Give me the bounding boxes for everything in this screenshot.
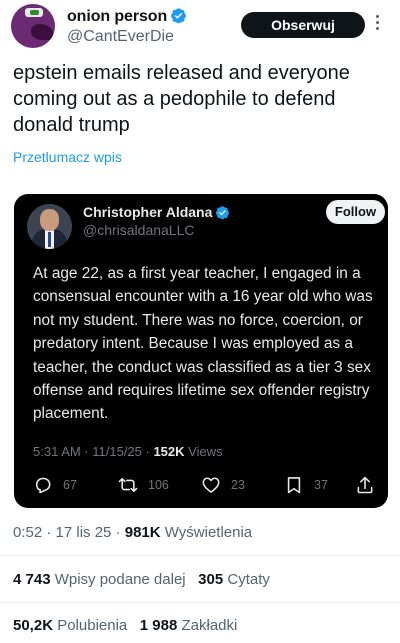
stats-row-2: 50,2K Polubienia 1 988 Zakładki: [13, 617, 237, 634]
quotes-count: 305: [198, 571, 224, 588]
quote-handle[interactable]: @chrisaldanaLLC: [83, 222, 195, 238]
quote-avatar[interactable]: [27, 204, 72, 249]
likes-label: Polubienia: [53, 617, 128, 634]
repost-icon: [118, 477, 138, 493]
bookmark-action[interactable]: 37: [284, 473, 328, 497]
reposts-label: Wpisy podane dalej: [50, 571, 186, 588]
author-name-text: onion person: [67, 8, 168, 25]
repost-count: 106: [148, 478, 169, 492]
quote-views-label: Views: [184, 444, 223, 459]
avatar-tie: [48, 232, 51, 247]
quote-meta: 5:31 AM · 11/15/25 · 152K Views: [33, 444, 223, 459]
like-action[interactable]: 23: [201, 473, 245, 497]
quote-views-count: 152K: [153, 444, 185, 459]
author-display-name[interactable]: onion person: [67, 7, 187, 26]
quote-display-name[interactable]: Christopher Aldana: [83, 204, 230, 220]
reply-count: 67: [63, 478, 77, 492]
quotes-label: Cytaty: [223, 571, 270, 588]
reposts-count: 4 743: [13, 571, 51, 588]
stats-row-1: 4 743 Wpisy podane dalej 305 Cytaty: [13, 571, 270, 588]
views-label: Wyświetlenia: [160, 524, 253, 541]
bookmarks-stat[interactable]: 1 988 Zakładki: [140, 617, 238, 634]
quoted-tweet[interactable]: Christopher Aldana @chrisaldanaLLC Follo…: [14, 194, 388, 508]
verified-icon: [216, 206, 230, 220]
quote-follow-button[interactable]: Follow: [326, 200, 385, 224]
quote-timestamp[interactable]: 5:31 AM · 11/15/25 ·: [33, 444, 153, 459]
avatar-face: [40, 209, 59, 231]
more-icon[interactable]: [375, 15, 381, 35]
bookmarks-count: 1 988: [139, 617, 178, 634]
tweet-header: onion person @CantEverDie Obserwuj: [0, 0, 400, 56]
bookmarks-label: Zakładki: [177, 617, 238, 634]
verified-icon: [171, 8, 187, 24]
quote-action-bar: 67 106 23 37: [14, 473, 388, 497]
divider: [0, 555, 400, 556]
quote-text: At age 22, as a first year teacher, I en…: [33, 265, 373, 423]
avatar-art: [31, 24, 53, 40]
likes-count: 50,2K: [13, 617, 54, 634]
repost-action[interactable]: 106: [118, 473, 169, 497]
follow-button[interactable]: Obserwuj: [241, 12, 365, 38]
quotes-stat[interactable]: 305 Cytaty: [198, 571, 270, 588]
share-icon: [357, 476, 373, 494]
tweet-meta: 0:52 · 17 lis 25 · 981K Wyświetlenia: [13, 524, 252, 541]
bookmark-count: 37: [314, 478, 328, 492]
tweet-text: epstein emails released and everyone com…: [13, 62, 350, 136]
author-handle[interactable]: @CantEverDie: [67, 28, 174, 46]
tweet-timestamp[interactable]: 0:52 · 17 lis 25 ·: [13, 524, 125, 541]
quote-name-text: Christopher Aldana: [83, 204, 213, 220]
like-icon: [202, 477, 220, 493]
reply-icon: [35, 477, 51, 494]
views-count: 981K: [124, 524, 161, 541]
reply-action[interactable]: 67: [33, 473, 77, 497]
like-count: 23: [231, 478, 245, 492]
share-action[interactable]: [355, 473, 375, 497]
author-avatar[interactable]: [11, 4, 55, 48]
translate-link[interactable]: Przetlumacz wpis: [13, 149, 122, 165]
likes-stat[interactable]: 50,2K Polubienia: [13, 617, 127, 634]
reposts-stat[interactable]: 4 743 Wpisy podane dalej: [13, 571, 186, 588]
divider: [0, 602, 400, 603]
avatar-eye-inner: [30, 10, 39, 15]
bookmark-icon: [287, 477, 301, 494]
